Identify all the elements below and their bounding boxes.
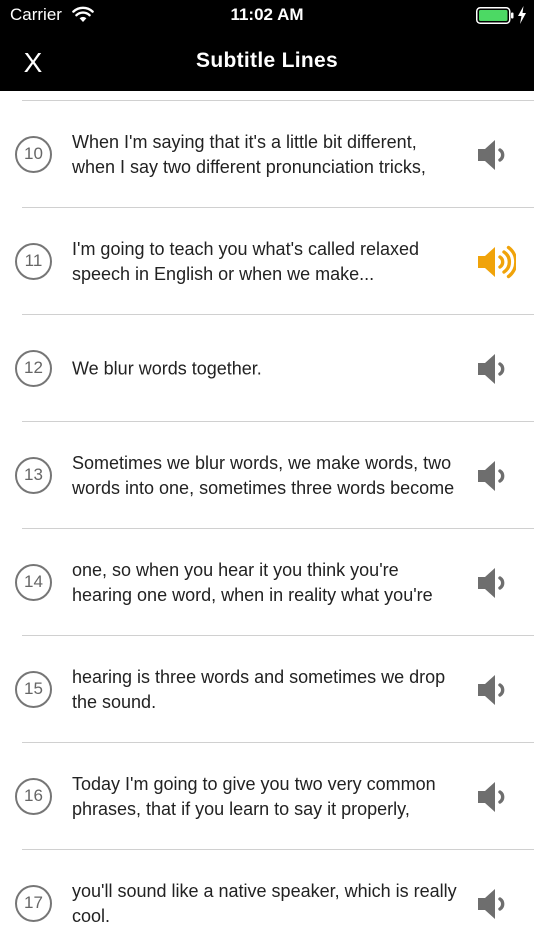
- subtitle-row[interactable]: 16 Today I'm going to give you two very c…: [0, 743, 534, 850]
- line-number-badge: 15: [15, 670, 52, 708]
- subtitle-text: Sometimes we blur words, we make words, …: [72, 452, 455, 498]
- subtitle-text: hearing is three words and sometimes we …: [72, 666, 446, 712]
- speaker-icon[interactable]: [472, 564, 516, 602]
- page-title: Subtitle Lines: [196, 49, 338, 72]
- subtitle-row[interactable]: 10 When I'm saying that it's a little bit…: [0, 101, 534, 208]
- speaker-icon[interactable]: [472, 885, 516, 923]
- speaker-icon[interactable]: [472, 350, 516, 388]
- subtitle-row[interactable]: 14 one, so when you hear it you think you…: [0, 529, 534, 636]
- subtitle-row[interactable]: 13 Sometimes we blur words, we make words…: [0, 422, 534, 529]
- line-number-badge: 13: [15, 456, 52, 494]
- subtitle-text: I'm going to teach you what's called rel…: [72, 238, 420, 284]
- line-number-badge: 16: [15, 777, 52, 815]
- speaker-icon[interactable]: [472, 671, 516, 709]
- speaker-icon[interactable]: [472, 778, 516, 816]
- subtitle-text: When I'm saying that it's a little bit d…: [72, 131, 426, 177]
- subtitle-text: Today I'm going to give you two very com…: [72, 773, 436, 819]
- subtitle-text: We blur words together.: [72, 358, 262, 378]
- speaker-icon[interactable]: [472, 136, 516, 174]
- line-number-badge: 12: [15, 349, 52, 387]
- subtitle-text: one, so when you hear it you think you'r…: [72, 559, 433, 605]
- speaker-playing-icon[interactable]: [472, 243, 516, 281]
- battery-icon: [476, 7, 514, 24]
- line-number-badge: 17: [15, 884, 52, 922]
- subtitle-list[interactable]: 10 When I'm saying that it's a little bit…: [0, 91, 534, 950]
- status-bar: Carrier 11:02 AM: [0, 0, 534, 30]
- subtitle-row[interactable]: 11 I'm going to teach you what's called r…: [0, 208, 534, 315]
- line-number-badge: 10: [15, 135, 52, 173]
- navigation-bar: X Subtitle Lines: [0, 30, 534, 91]
- subtitle-row[interactable]: 12 We blur words together.: [0, 315, 534, 422]
- subtitle-row[interactable]: 15 hearing is three words and sometimes w…: [0, 636, 534, 743]
- speaker-icon[interactable]: [472, 457, 516, 495]
- subtitle-row[interactable]: 17 you'll sound like a native speaker, wh…: [0, 850, 534, 950]
- status-time: 11:02 AM: [230, 5, 304, 24]
- line-number-badge: 14: [15, 563, 52, 601]
- subtitle-text: you'll sound like a native speaker, whic…: [72, 880, 457, 926]
- charging-bolt-icon: [518, 6, 526, 24]
- line-number-badge: 11: [15, 242, 52, 280]
